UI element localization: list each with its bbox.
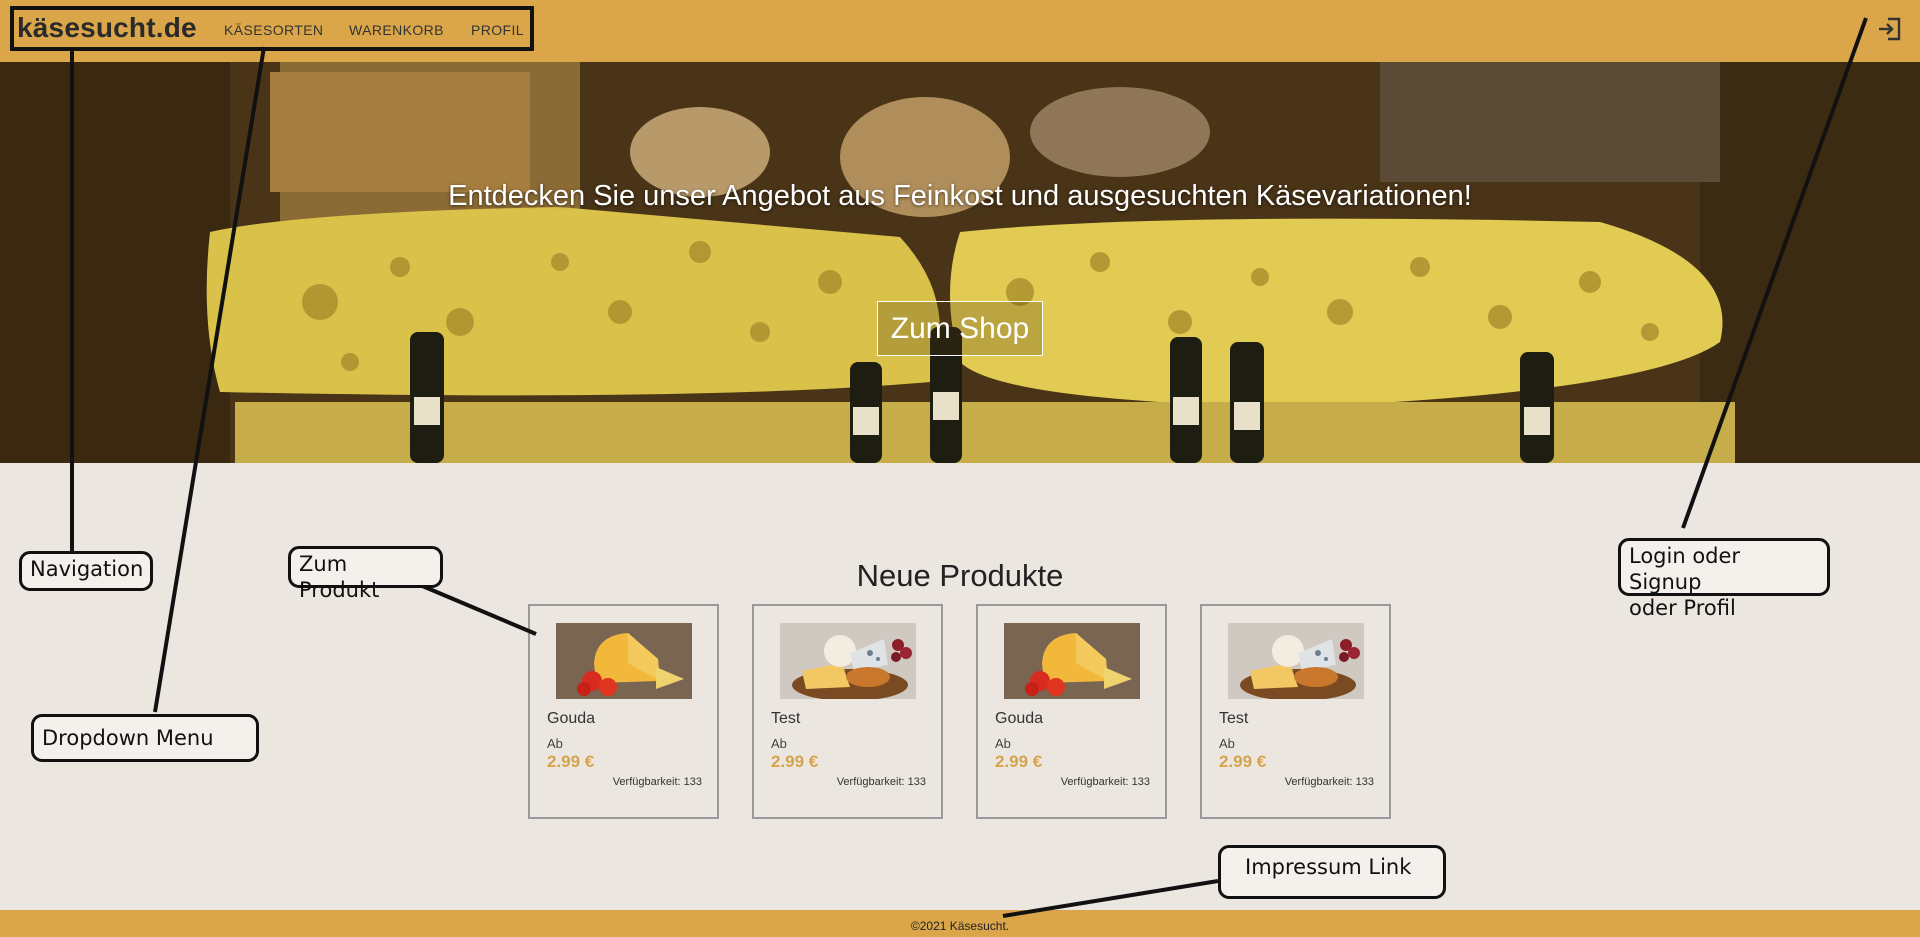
hero-title: Entdecken Sie unser Angebot aus Feinkost… xyxy=(448,180,1472,212)
site-header: käsesucht.de KÄSESORTEN WARENKORB PROFIL xyxy=(0,0,1920,63)
product-card[interactable]: Gouda Ab 2.99 € Verfügbarkeit: 133 xyxy=(976,604,1167,819)
nav-item-profil[interactable]: PROFIL xyxy=(471,22,524,38)
login-icon[interactable] xyxy=(1876,16,1902,42)
product-availability: Verfügbarkeit: 133 xyxy=(836,776,926,788)
product-card[interactable]: Test Ab 2.99 € Verfügbarkeit: 133 xyxy=(1200,604,1391,819)
price-prefix: Ab xyxy=(771,736,787,751)
product-availability: Verfügbarkeit: 133 xyxy=(612,776,702,788)
product-price: 2.99 € xyxy=(771,752,819,771)
product-name[interactable]: Gouda xyxy=(547,710,595,728)
product-price: 2.99 € xyxy=(547,752,595,771)
product-image-test[interactable] xyxy=(1228,623,1364,699)
nav-item-warenkorb[interactable]: WARENKORB xyxy=(349,22,444,38)
product-card[interactable]: Test Ab 2.99 € Verfügbarkeit: 133 xyxy=(752,604,943,819)
product-price: 2.99 € xyxy=(995,752,1043,771)
product-card[interactable]: Gouda Ab 2.99 € Verfügbarkeit: 133 xyxy=(528,604,719,819)
product-availability: Verfügbarkeit: 133 xyxy=(1060,776,1150,788)
product-availability: Verfügbarkeit: 133 xyxy=(1284,776,1374,788)
price-prefix: Ab xyxy=(547,736,563,751)
product-image-test[interactable] xyxy=(780,623,916,699)
hero-cheese-image xyxy=(0,62,1920,463)
product-image-gouda[interactable] xyxy=(1004,623,1140,699)
price-prefix: Ab xyxy=(995,736,1011,751)
impressum-link[interactable]: ©2021 Käsesucht. xyxy=(0,919,1920,933)
product-image-gouda[interactable] xyxy=(556,623,692,699)
product-price: 2.99 € xyxy=(1219,752,1267,771)
brand-logo[interactable]: käsesucht.de xyxy=(17,12,197,44)
price-prefix: Ab xyxy=(1219,736,1235,751)
section-title: Neue Produkte xyxy=(856,558,1064,593)
site-footer: ©2021 Käsesucht. xyxy=(0,910,1920,937)
product-name[interactable]: Gouda xyxy=(995,710,1043,728)
callout-impressum: Impressum Link xyxy=(1218,845,1446,899)
product-name[interactable]: Test xyxy=(1219,710,1248,728)
product-name[interactable]: Test xyxy=(771,710,800,728)
callout-dropdown-menu: Dropdown Menu xyxy=(31,714,259,762)
hero-banner: Entdecken Sie unser Angebot aus Feinkost… xyxy=(0,62,1920,463)
nav-item-kaesesorten[interactable]: KÄSESORTEN xyxy=(224,22,323,38)
zum-shop-button[interactable]: Zum Shop xyxy=(877,301,1043,356)
